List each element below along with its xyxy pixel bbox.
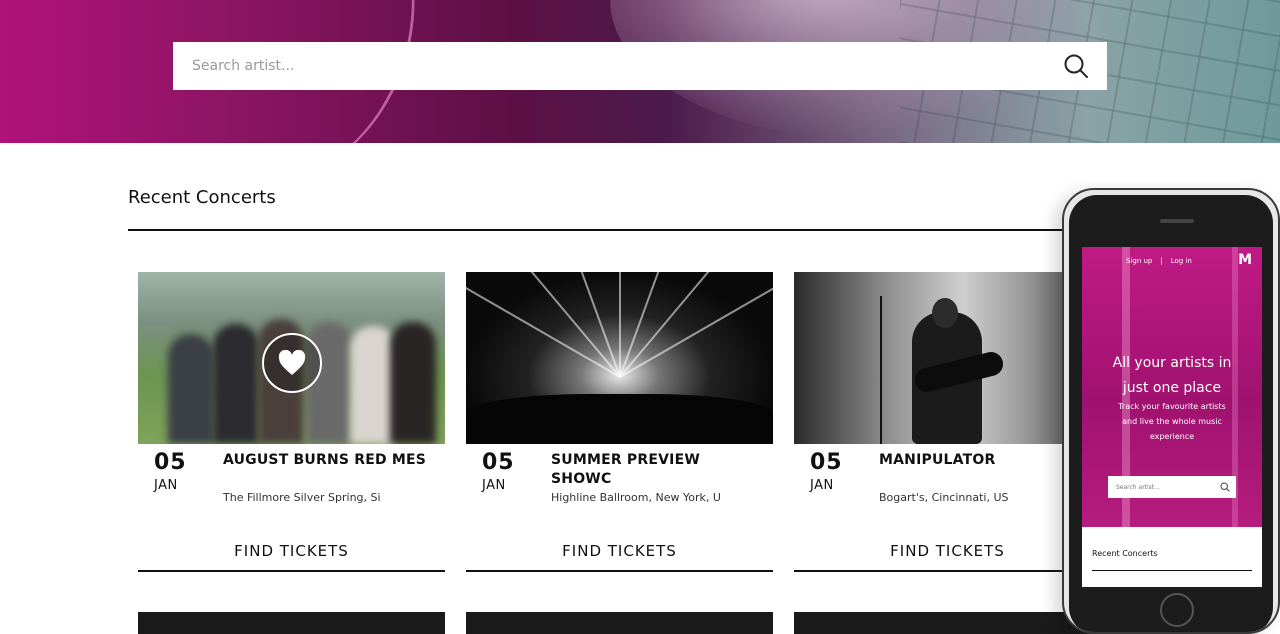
concert-image-next[interactable]	[138, 612, 445, 634]
date-month: JAN	[154, 478, 178, 493]
concert-date: 05 JAN	[482, 450, 530, 493]
section-divider	[128, 229, 1128, 231]
date-month: JAN	[482, 478, 506, 493]
concert-image[interactable]	[138, 272, 445, 444]
phone-hero: Sign up | Log in M All your artists in jus…	[1082, 247, 1262, 527]
phone-headline: All your artists in just one place	[1112, 355, 1232, 396]
phone-home-button	[1160, 593, 1194, 627]
concert-image-next[interactable]	[466, 612, 773, 634]
concert-card: 05 JAN SUMMER PREVIEW SHOWC Highline Bal…	[466, 272, 773, 572]
date-day: 05	[810, 450, 843, 475]
phone-subtitle: Track your favourite artists and live th…	[1118, 402, 1226, 441]
section-title: Recent Concerts	[128, 187, 276, 208]
concert-image-next[interactable]	[794, 612, 1101, 634]
search-icon[interactable]	[1063, 53, 1089, 79]
concert-venue: The Fillmore Silver Spring, Si	[223, 491, 381, 504]
search-bar	[173, 42, 1107, 90]
find-tickets-button[interactable]: FIND TICKETS	[466, 542, 773, 572]
phone-screen: Sign up | Log in M All your artists in jus…	[1082, 247, 1262, 587]
concert-name[interactable]: SUMMER PREVIEW SHOWC	[551, 451, 761, 489]
date-day: 05	[154, 450, 187, 475]
concert-date: 05 JAN	[810, 450, 858, 493]
concert-name[interactable]: MANIPULATOR	[879, 451, 1089, 470]
phone-login-link[interactable]: Log in	[1171, 257, 1192, 265]
phone-nav-separator: |	[1160, 257, 1163, 265]
find-tickets-button[interactable]: FIND TICKETS	[138, 542, 445, 572]
concert-name[interactable]: AUGUST BURNS RED MES	[223, 451, 433, 470]
phone-section-title: Recent Concerts	[1092, 549, 1158, 558]
search-icon[interactable]	[1220, 482, 1230, 492]
heart-icon	[278, 350, 306, 375]
phone-search-input[interactable]	[1108, 483, 1220, 491]
hero-banner	[0, 0, 1280, 143]
phone-search-bar	[1108, 476, 1236, 498]
concert-card: 05 JAN AUGUST BURNS RED MES The Fillmore…	[138, 272, 445, 572]
phone-logo[interactable]: M	[1238, 252, 1252, 268]
concert-card: 05 JAN MANIPULATOR Bogart's, Cincinnati,…	[794, 272, 1101, 572]
phone-mockup: Sign up | Log in M All your artists in jus…	[1062, 188, 1280, 634]
concert-image[interactable]	[794, 272, 1101, 444]
phone-speaker	[1160, 219, 1194, 223]
concert-image[interactable]	[466, 272, 773, 444]
concert-date: 05 JAN	[154, 450, 202, 493]
concert-venue: Highline Ballroom, New York, U	[551, 491, 721, 504]
find-tickets-button[interactable]: FIND TICKETS	[794, 542, 1101, 572]
phone-nav: Sign up | Log in	[1122, 257, 1196, 265]
phone-body: Sign up | Log in M All your artists in jus…	[1069, 195, 1273, 632]
date-month: JAN	[810, 478, 834, 493]
date-day: 05	[482, 450, 515, 475]
search-input[interactable]	[173, 42, 1063, 90]
phone-section-divider	[1092, 570, 1252, 571]
favorite-button[interactable]	[262, 333, 322, 393]
phone-signup-link[interactable]: Sign up	[1126, 257, 1152, 265]
